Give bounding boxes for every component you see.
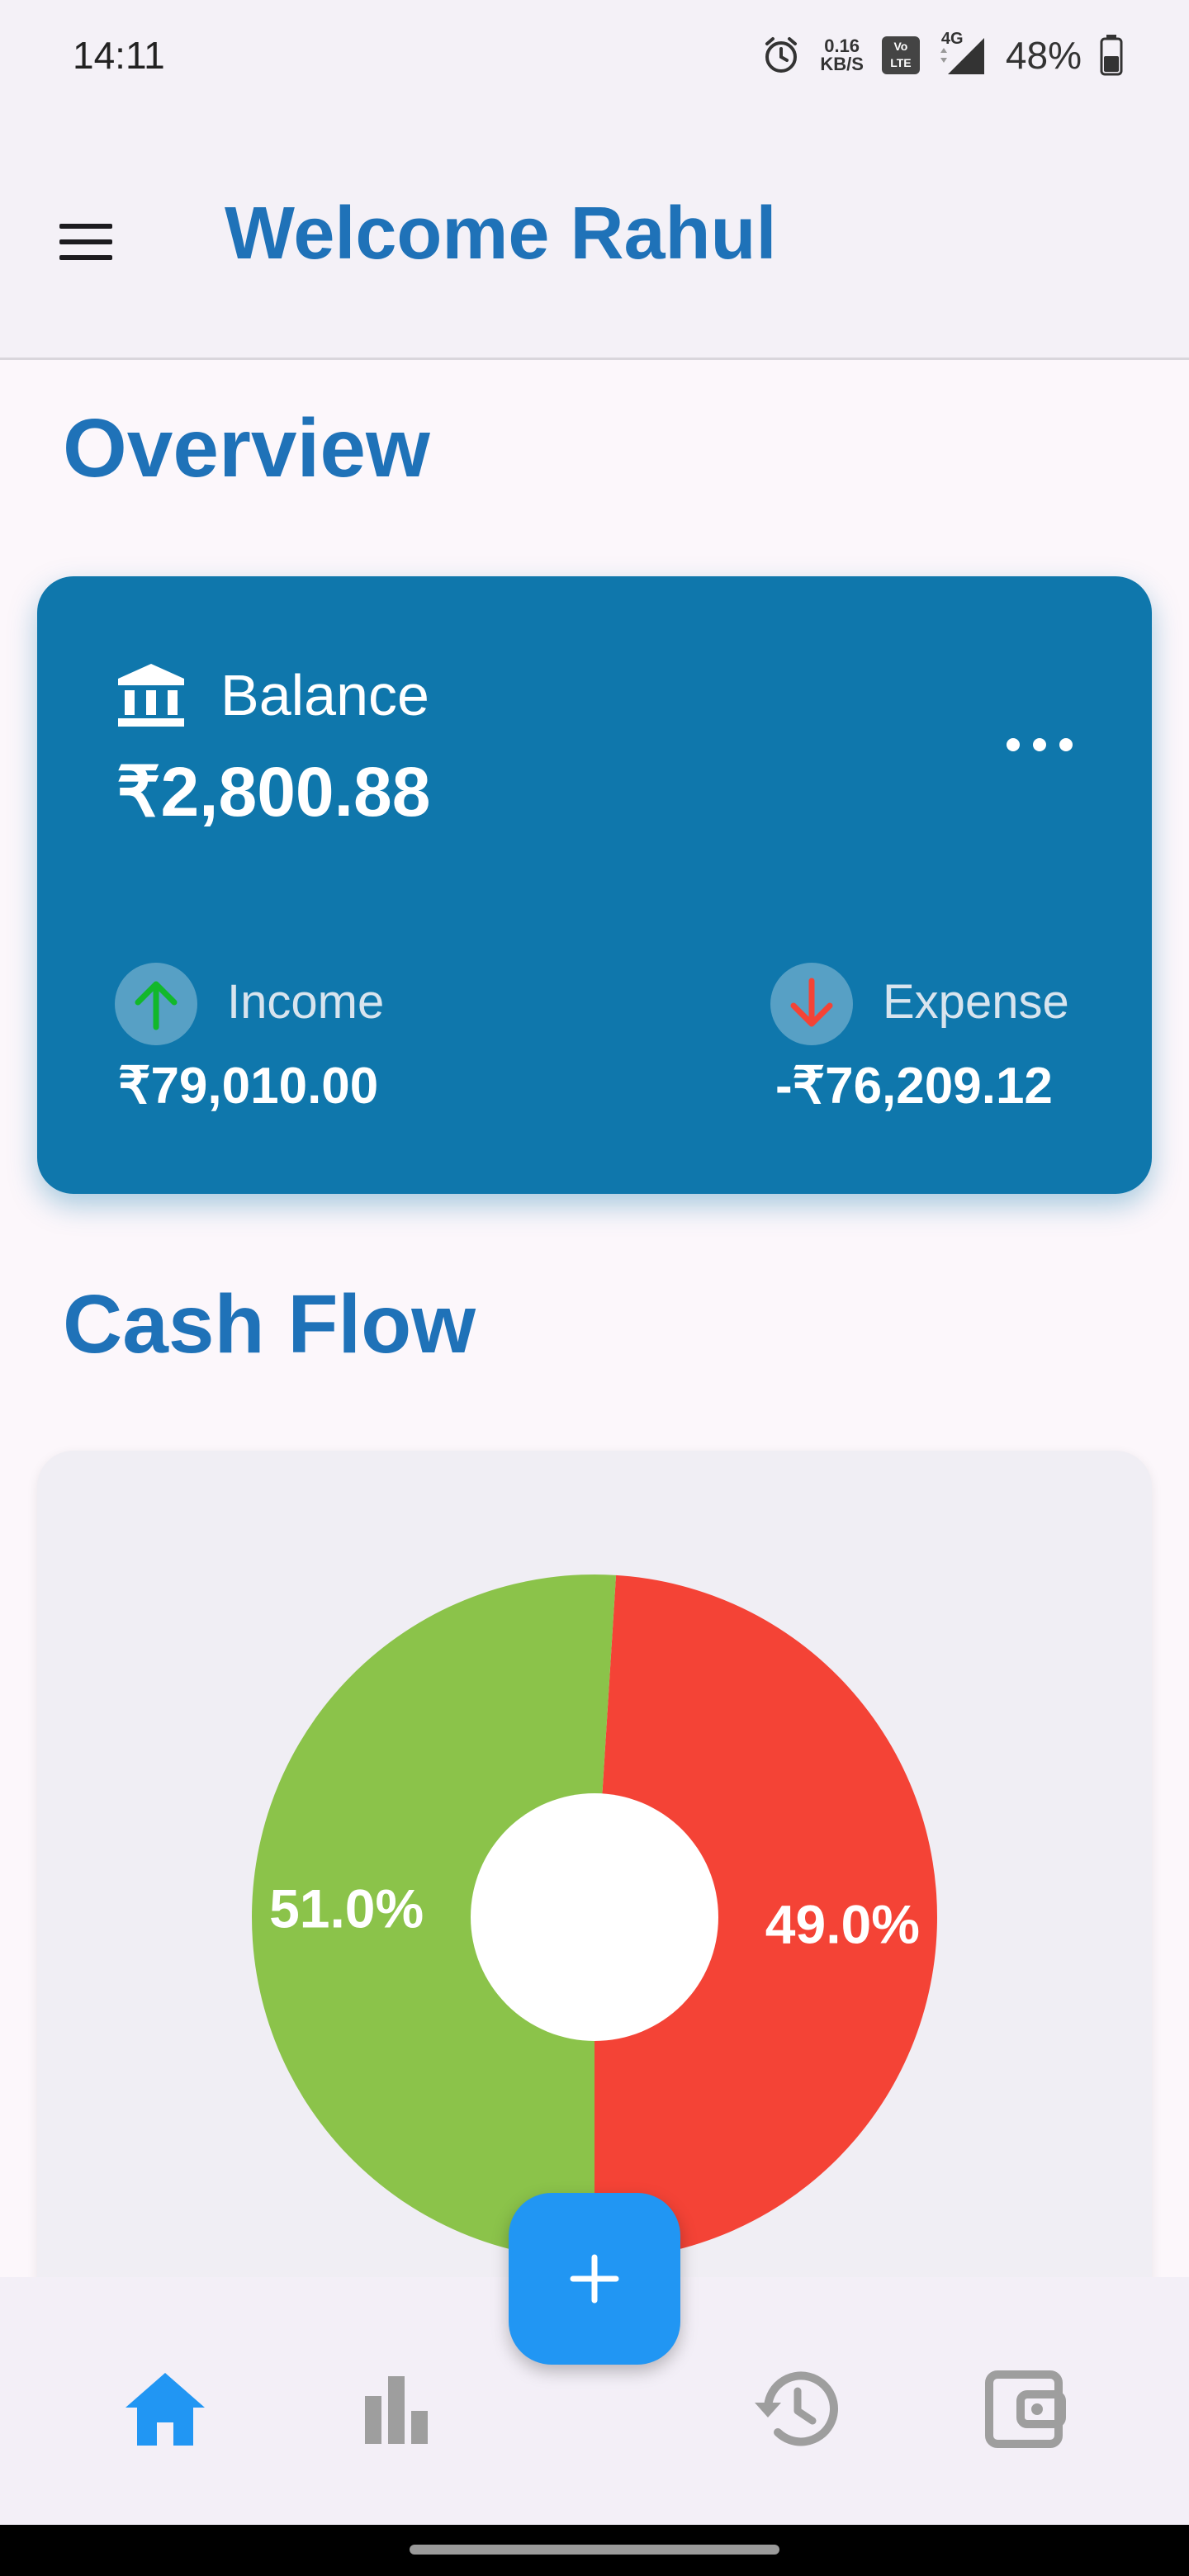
overview-heading: Overview: [63, 402, 430, 495]
more-options-button[interactable]: [1007, 722, 1073, 768]
donut-hole: [471, 1793, 718, 2041]
menu-icon[interactable]: [56, 219, 117, 265]
status-bar: 14:11 0.16 KB/S Vo LTE 4G 48%: [0, 0, 1189, 116]
status-icons: 0.16 KB/S Vo LTE 4G 48%: [760, 26, 1123, 84]
balance-value: ₹2,800.88: [116, 753, 431, 831]
expense-value: -₹76,209.12: [775, 1058, 1053, 1115]
more-dot: [1059, 738, 1073, 751]
network-speed-value: 0.16: [824, 36, 860, 56]
volte-bottom: LTE: [890, 56, 912, 69]
more-dot: [1033, 738, 1046, 751]
nav-home[interactable]: [116, 2360, 215, 2459]
nav-history[interactable]: [743, 2360, 842, 2459]
alarm-icon: [765, 37, 798, 73]
nav-wallet[interactable]: [974, 2360, 1073, 2459]
volte-top: Vo: [893, 40, 908, 53]
income-slice-label: 51.0%: [269, 1878, 424, 1939]
balance-label: Balance: [220, 663, 429, 727]
add-transaction-button[interactable]: [509, 2193, 680, 2365]
bank-icon: [118, 664, 184, 727]
expense-label: Expense: [883, 975, 1069, 1029]
nav-statistics[interactable]: [347, 2360, 446, 2459]
volte-icon: Vo LTE: [881, 36, 920, 74]
plus-icon: [570, 2254, 619, 2304]
signal-icon: 4G: [938, 30, 988, 76]
status-time: 14:11: [73, 34, 165, 77]
battery-percent: 48%: [1005, 34, 1082, 77]
cash-flow-heading: Cash Flow: [63, 1278, 476, 1371]
network-speed-unit: KB/S: [820, 54, 864, 74]
gesture-pill: [410, 2545, 779, 2555]
network-speed: 0.16 KB/S: [820, 37, 864, 73]
page-title: Welcome Rahul: [225, 192, 777, 275]
balance-card: Balance ₹2,800.88 Income ₹79,010.00 Expe…: [37, 576, 1152, 1194]
battery-icon: [1100, 35, 1123, 76]
expense-arrow-icon: [770, 963, 853, 1045]
history-icon: [755, 2371, 838, 2446]
wallet-icon: [985, 2370, 1066, 2448]
system-gesture-bar: [0, 2525, 1189, 2576]
income-label: Income: [227, 975, 385, 1029]
expense-slice-label: 49.0%: [765, 1893, 920, 1954]
more-dot: [1007, 738, 1020, 751]
bar-chart-icon: [365, 2376, 428, 2444]
app-bar: Welcome Rahul: [0, 116, 1189, 360]
home-icon: [126, 2373, 205, 2446]
income-arrow-icon: [115, 963, 197, 1045]
income-value: ₹79,010.00: [118, 1058, 379, 1115]
